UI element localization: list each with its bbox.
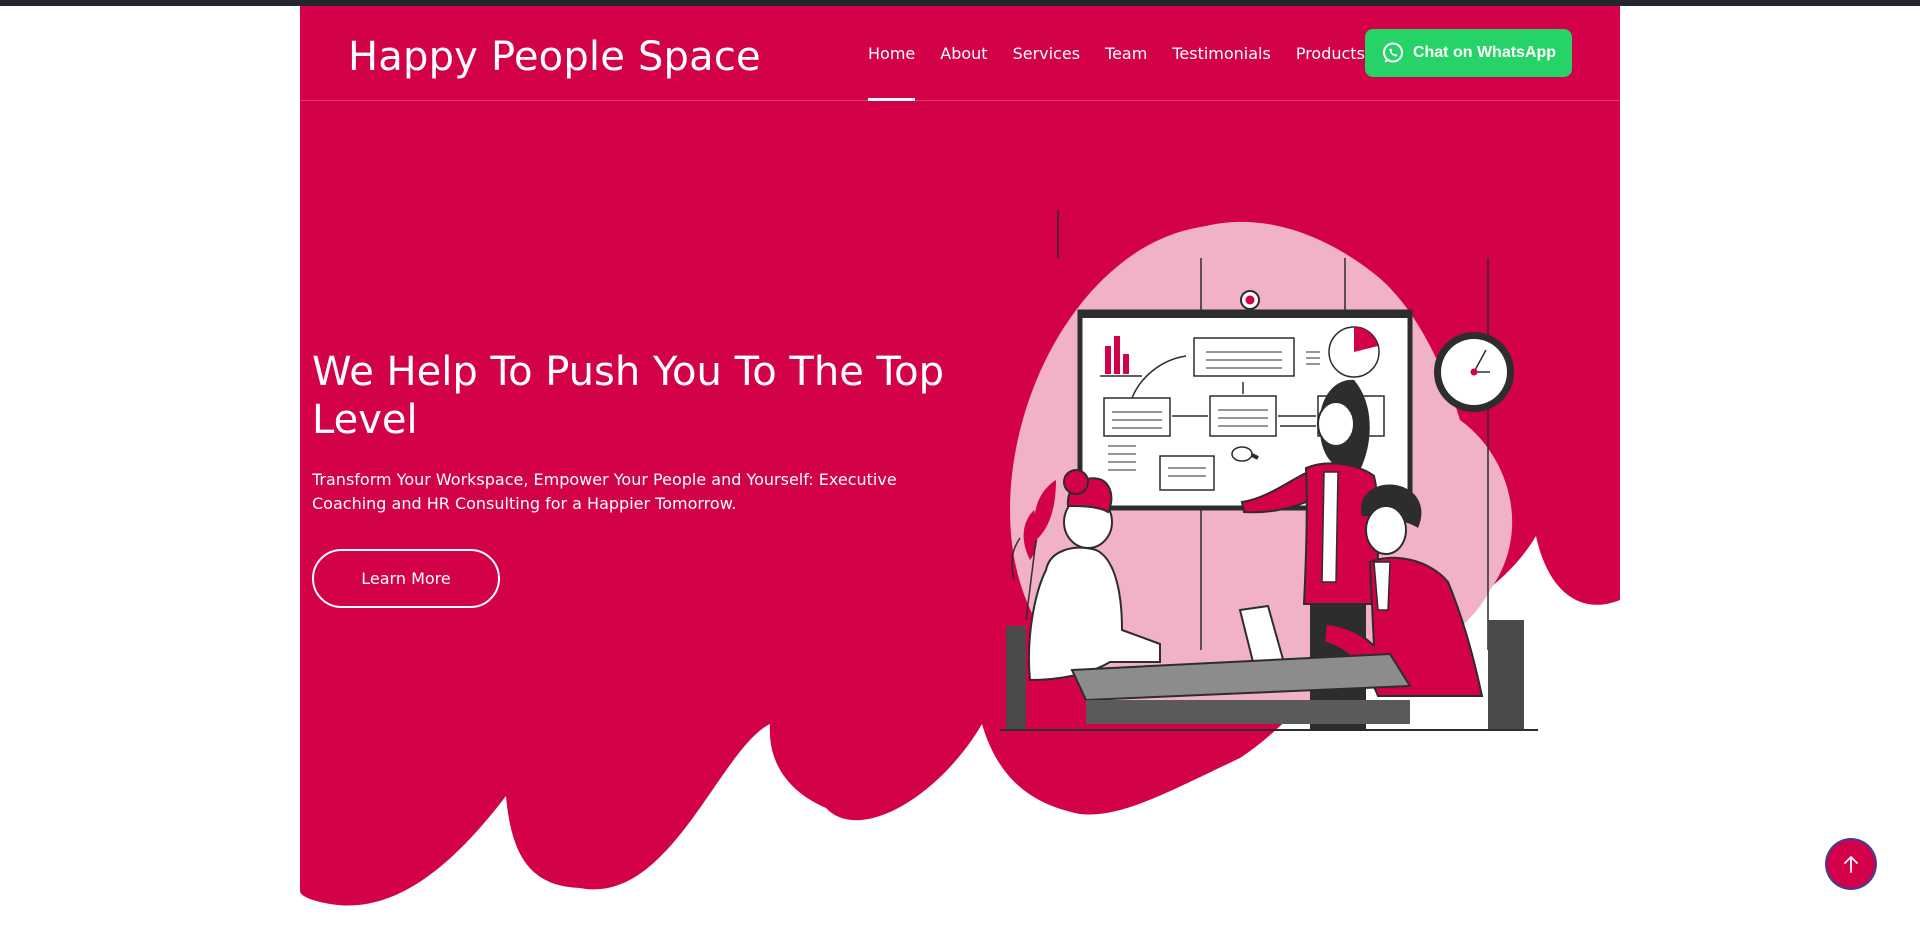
nav-home[interactable]: Home — [868, 6, 916, 101]
whatsapp-icon — [1382, 42, 1403, 63]
nav-services[interactable]: Services — [1013, 6, 1080, 100]
nav-team[interactable]: Team — [1105, 6, 1147, 100]
hero-title: We Help To Push You To The Top Level — [312, 349, 945, 443]
nav-about[interactable]: About — [940, 6, 987, 100]
brand-logo[interactable]: Happy People Space — [348, 32, 761, 82]
arrow-up-icon — [1844, 856, 1858, 873]
main-nav: Home About Services Team Testimonials Pr… — [868, 6, 1401, 101]
nav-products-label: Products — [1295, 43, 1365, 63]
whatsapp-label: Chat on WhatsApp — [1412, 44, 1557, 61]
team-meeting-illustration — [1000, 210, 1538, 731]
whatsapp-button[interactable]: Chat on WhatsApp — [1365, 29, 1572, 77]
learn-more-button[interactable]: Learn More — [312, 549, 500, 608]
back-to-top-button[interactable] — [1827, 840, 1875, 888]
nav-products[interactable]: Products — [1296, 6, 1376, 100]
site-header: Happy People Space Home About Services T… — [300, 6, 1620, 101]
nav-testimonials[interactable]: Testimonials — [1172, 6, 1271, 100]
hero-description: Transform Your Workspace, Empower Your P… — [312, 470, 897, 513]
